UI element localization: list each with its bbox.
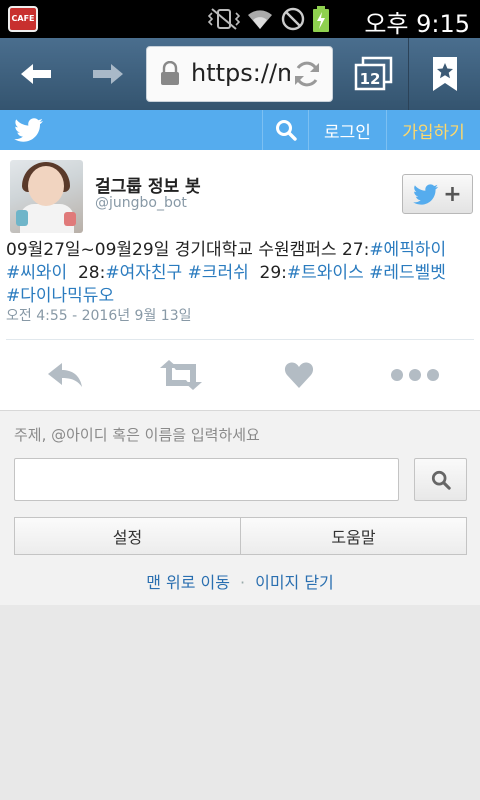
search-input[interactable]: [14, 458, 399, 501]
login-button[interactable]: 로그인: [308, 110, 386, 150]
hashtag-link[interactable]: #크러쉬: [188, 263, 249, 283]
signup-button[interactable]: 가입하기: [386, 110, 480, 150]
retweet-button[interactable]: [156, 355, 206, 395]
tweet-text: 09월27일~09월29일 경기대학교 수원캠퍼스 27:#에픽하이 #씨와이 …: [6, 239, 476, 308]
tweet-card: 걸그룹 정보 봇 @jungbo_bot + 09월27일~09월29일 경기대…: [0, 150, 480, 410]
divider: [6, 339, 474, 340]
clock: 오후 9:15: [364, 10, 470, 38]
no-signal-icon: [281, 7, 305, 31]
link-separator: ·: [240, 573, 246, 592]
lock-icon: [161, 61, 179, 85]
back-arrow-icon: [21, 64, 51, 84]
reload-icon: [295, 61, 319, 87]
battery-charging-icon: [313, 6, 329, 32]
tabs-icon: 12: [354, 56, 392, 91]
settings-button[interactable]: 설정: [14, 517, 241, 555]
close-images-link[interactable]: 이미지 닫기: [255, 573, 334, 592]
twitter-header: 로그인 가입하기: [0, 110, 480, 150]
hashtag-link[interactable]: #트와이스: [287, 263, 364, 283]
search-icon: [275, 120, 297, 141]
search-hint: 주제, @아이디 혹은 이름을 입력하세요: [14, 426, 260, 444]
forward-arrow-icon: [93, 64, 123, 84]
help-button[interactable]: 도움말: [241, 517, 467, 555]
retweet-icon: [160, 360, 202, 390]
follow-button[interactable]: +: [402, 174, 473, 214]
bookmarks-button[interactable]: [408, 38, 480, 110]
hashtag-link[interactable]: #에픽하이: [369, 240, 446, 260]
status-icons: [208, 6, 330, 32]
tweet-text-plain: 28:: [67, 263, 106, 283]
status-bar: CAFE 오후 9:15: [0, 0, 480, 38]
back-button[interactable]: [0, 38, 72, 110]
empty-area: [0, 605, 480, 800]
reply-button[interactable]: [40, 355, 90, 395]
heart-icon: [284, 362, 314, 388]
search-section: 주제, @아이디 혹은 이름을 입력하세요 설정 도움말 맨 위로 이동 · 이미지…: [0, 410, 480, 605]
address-bar[interactable]: https://m: [146, 46, 333, 102]
forward-button[interactable]: [72, 38, 144, 110]
hashtag-link[interactable]: #여자친구: [105, 263, 182, 283]
cafe-app-icon: CAFE: [8, 6, 38, 32]
vibrate-off-icon: [208, 8, 240, 30]
reply-icon: [48, 363, 82, 387]
twitter-bird-icon[interactable]: [14, 118, 44, 142]
search-submit-button[interactable]: [414, 458, 467, 501]
tabs-button[interactable]: 12: [345, 38, 400, 110]
reload-button[interactable]: [290, 57, 324, 91]
tweet-timestamp[interactable]: 오전 4:55 - 2016년 9월 13일: [6, 305, 192, 325]
button-row: 설정 도움말: [14, 517, 467, 555]
hashtag-link[interactable]: #레드벨벳: [369, 263, 446, 283]
search-button[interactable]: [262, 110, 308, 150]
plus-icon: +: [443, 181, 462, 207]
like-button[interactable]: [274, 355, 324, 395]
hashtag-link[interactable]: #다이나믹듀오: [6, 286, 114, 306]
search-icon: [431, 470, 451, 490]
more-dots-icon: [391, 369, 439, 381]
avatar[interactable]: [10, 160, 83, 233]
more-button[interactable]: [390, 355, 440, 395]
bookmark-star-icon: [432, 57, 457, 91]
display-name[interactable]: 걸그룹 정보 봇: [95, 172, 201, 197]
browser-toolbar: https://m 12: [0, 38, 480, 110]
tweet-text-plain: 09월27일~09월29일 경기대학교 수원캠퍼스 27:: [6, 240, 370, 260]
svg-text:12: 12: [359, 70, 380, 88]
back-to-top-link[interactable]: 맨 위로 이동: [146, 573, 230, 592]
screen-name[interactable]: @jungbo_bot: [95, 195, 187, 211]
hashtag-link[interactable]: #씨와이: [6, 263, 67, 283]
twitter-bird-icon: [413, 183, 439, 205]
wifi-icon: [248, 10, 272, 29]
url-text[interactable]: https://m: [191, 59, 300, 87]
footer-links: 맨 위로 이동 · 이미지 닫기: [0, 569, 480, 593]
tweet-text-plain: 29:: [248, 263, 287, 283]
